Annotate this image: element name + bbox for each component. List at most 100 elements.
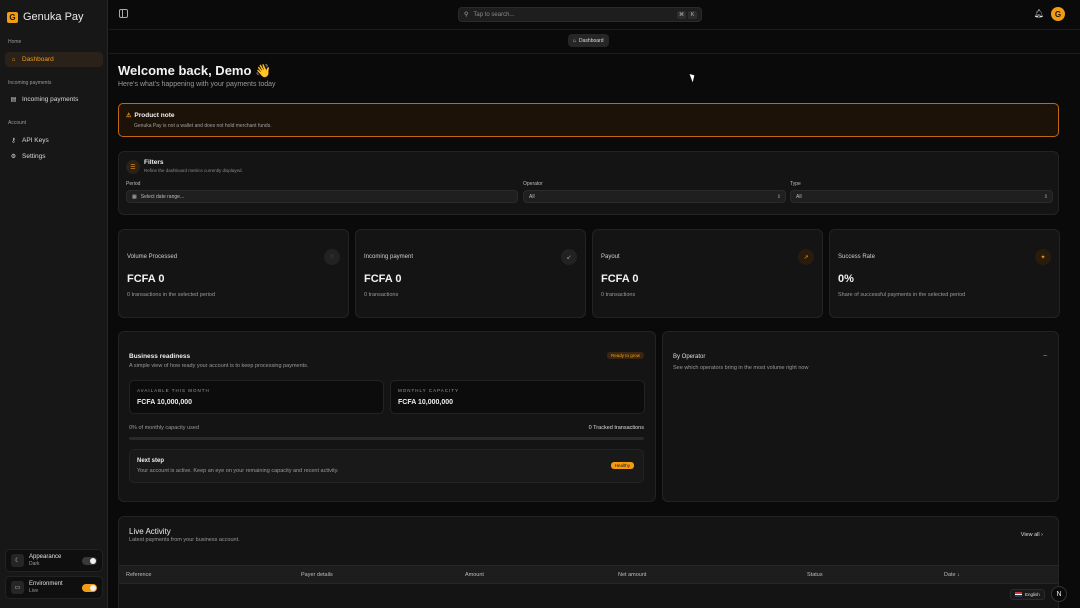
kbd-k: K [688,11,697,19]
sparkle-icon: ✦ [1035,249,1051,265]
calendar-icon: ▦ [132,193,137,200]
column-date[interactable]: Date ↓ [944,572,960,578]
appearance-toggle[interactable] [82,556,97,565]
home-icon: ⌂ [11,56,16,63]
period-input[interactable]: ▦ Select date range... [126,190,518,203]
business-subtitle: A simple view of how ready your account … [129,363,309,369]
sidebar-item-dashboard[interactable]: ⌂ Dashboard [5,52,103,67]
column-amount[interactable]: Amount [465,572,484,578]
period-placeholder: Select date range... [140,193,185,200]
tracked-transactions: 0 Tracked transactions [588,425,644,431]
sidebar-item-settings[interactable]: ⚙ Settings [5,149,103,164]
metric-card-success: Success Rate 0% Share of successful paym… [829,229,1060,318]
column-status[interactable]: Status [807,572,823,578]
breadcrumb[interactable]: ⌂ Dashboard [568,34,609,47]
product-note: ⚠ Product note Genuka Pay is not a walle… [118,103,1059,137]
type-select[interactable]: All ⇕ [790,190,1053,203]
type-label: Type [790,181,801,187]
capacity-label: MONTHLY CAPACITY [398,388,460,393]
avatar[interactable]: G [1051,7,1065,21]
status-badge: Ready to grow [606,352,644,359]
metric-title: Incoming payment [364,254,414,260]
sidebar-item-label: Dashboard [22,56,54,63]
filter-icon: ☰ [126,160,140,174]
kbd-cmd: ⌘ [677,11,686,19]
capacity-stat: MONTHLY CAPACITY FCFA 10,000,000 [390,380,645,414]
search-icon: ⚲ [464,12,469,18]
metric-card-payout: Payout FCFA 0 0 transactions ↗ [592,229,823,318]
warning-icon: ⚠ [126,113,132,119]
bell-icon[interactable]: 🔔︎ [1034,9,1044,18]
divider [109,53,1080,54]
filters-title: Filters [144,159,164,166]
business-title: Business readiness [129,353,191,360]
monitor-icon: ▭ [11,581,24,594]
gear-icon: ⚙ [10,154,17,160]
breadcrumb-label: Dashboard [579,37,604,44]
page-subtitle: Here's what's happening with your paymen… [118,81,276,88]
sidebar-item-incoming-payments[interactable]: ▤ Incoming payments [5,92,103,107]
n-button[interactable]: N [1051,586,1067,602]
capacity-progress-bar [129,437,644,440]
sort-down-icon: ↓ [957,572,960,578]
operator-value: All [529,193,535,200]
sidebar-item-label: Settings [22,153,46,160]
metric-sub: Share of successful payments in the sele… [838,292,966,298]
key-icon: ⚷ [11,138,16,144]
metric-card-volume: Volume Processed FCFA 0 0 transactions i… [118,229,349,318]
home-icon: ⌂ [573,37,577,44]
metric-sub: 0 transactions [601,292,636,298]
column-payer[interactable]: Payer details [301,572,333,578]
chevron-right-icon: › [1041,532,1043,538]
arrow-down-left-icon: ↙ [561,249,577,265]
appearance-card: ☾ Appearance Dark [5,549,103,572]
appearance-label: Appearance [29,553,62,560]
sidebar-item-api-keys[interactable]: ⚷ API Keys [5,133,103,148]
environment-value: Live [29,588,39,595]
metric-value: FCFA 0 [364,273,402,285]
brand[interactable]: G Genuka Pay [7,11,84,23]
environment-toggle[interactable] [82,583,97,592]
column-date-label: Date [944,572,956,578]
sidebar-group-home: Home [8,39,22,45]
metric-title: Payout [601,254,620,260]
brand-logo: G [7,11,18,23]
moon-icon: ☾ [11,554,24,567]
sidebar-toggle-icon[interactable] [119,9,128,18]
language-label: English [1025,592,1040,597]
view-all-link[interactable]: View all › [1021,532,1043,538]
type-value: All [796,193,802,200]
operator-select[interactable]: All ⇕ [523,190,786,203]
sidebar: G Genuka Pay Home ⌂ Dashboard Incoming p… [0,0,108,608]
note-title: Product note [134,112,175,119]
live-activity-card: Live Activity Latest payments from your … [118,516,1059,608]
metric-title: Success Rate [838,254,876,260]
mouse-cursor-icon [689,72,697,83]
by-operator-card: By Operator See which operators bring in… [662,331,1059,502]
sidebar-group-incoming: Incoming payments [8,80,52,86]
uk-flag-icon [1015,592,1022,597]
environment-card: ▭ Environment Live [5,576,103,599]
metric-title: Volume Processed [127,254,178,260]
next-step-text: Your account is active. Keep an eye on y… [137,468,339,474]
receipt-icon: ▤ [10,97,17,103]
business-readiness-card: Business readiness A simple view of how … [118,331,656,502]
column-net-amount[interactable]: Net amount [618,572,646,578]
signal-icon: ⌔ [1042,355,1048,361]
operator-card-title: By Operator [673,354,706,360]
column-reference[interactable]: Reference [126,572,151,578]
language-switcher[interactable]: English [1010,589,1045,600]
capacity-used: 0% of monthly capacity used [129,425,200,431]
search-placeholder: Tap to search... [473,11,515,18]
brand-name: Genuka Pay [23,11,84,23]
search-input[interactable]: ⚲ Tap to search... ⌘ K [458,7,702,22]
sidebar-item-label: API Keys [22,137,49,144]
operator-card-subtitle: See which operators bring in the most vo… [673,365,809,371]
metric-sub: 0 transactions [364,292,399,298]
view-all-label: View all [1020,532,1040,538]
arrow-up-right-icon: ↗ [798,249,814,265]
metric-value: 0% [838,273,854,285]
available-stat: AVAILABLE THIS MONTH FCFA 10,000,000 [129,380,384,414]
live-subtitle: Latest payments from your business accou… [129,537,240,543]
note-text: Genuka Pay is not a wallet and does not … [134,123,272,129]
